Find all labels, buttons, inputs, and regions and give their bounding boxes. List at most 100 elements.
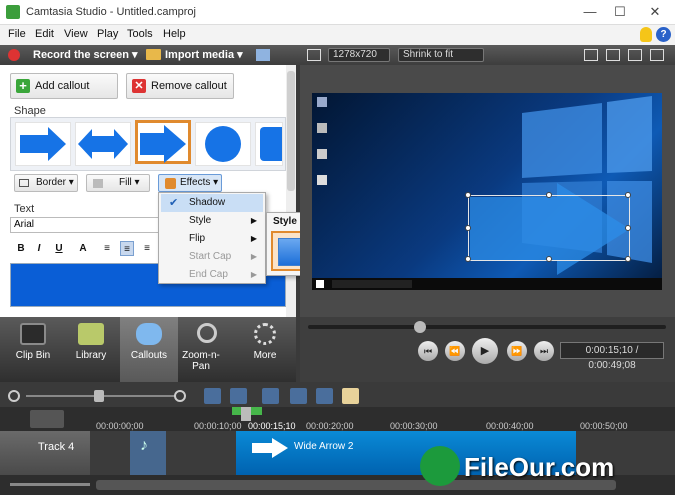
- shape-arrow-double[interactable]: [75, 122, 131, 166]
- fast-forward-button[interactable]: ⏩: [507, 341, 527, 361]
- resolution-select[interactable]: 1278x720: [328, 48, 390, 62]
- zoom-in-icon[interactable]: [174, 390, 186, 402]
- audio-clip[interactable]: ♪: [130, 431, 166, 475]
- resize-handle[interactable]: [625, 256, 631, 262]
- menu-style[interactable]: Style ▶: [161, 212, 263, 230]
- callout-selection-frame[interactable]: [465, 192, 631, 262]
- tip-bulb-icon[interactable]: [640, 27, 652, 42]
- style-label: Style: [189, 215, 212, 226]
- track-height-slider[interactable]: [10, 483, 90, 486]
- split-icon[interactable]: [290, 388, 307, 404]
- tab-library[interactable]: Library: [62, 317, 120, 382]
- menu-bar: File Edit View Play Tools Help ?: [0, 25, 675, 45]
- menu-tools[interactable]: Tools: [127, 28, 153, 40]
- skip-back-button[interactable]: ⏮: [418, 341, 438, 361]
- menu-view[interactable]: View: [64, 28, 88, 40]
- zoom-out-icon[interactable]: [8, 390, 20, 402]
- resize-handle[interactable]: [546, 256, 552, 262]
- scroll-thumb[interactable]: [287, 71, 295, 191]
- text-label: Text: [14, 203, 35, 215]
- recycle-bin-icon: [317, 123, 327, 133]
- border-icon: [19, 179, 29, 187]
- copy-icon[interactable]: [316, 388, 333, 404]
- zoom-slider-knob[interactable]: [94, 390, 104, 402]
- maximize-button[interactable]: ☐: [605, 3, 635, 21]
- film-icon: [20, 323, 46, 345]
- menu-edit[interactable]: Edit: [35, 28, 54, 40]
- ruler-tick: 00:00:40;00: [486, 421, 534, 431]
- undo-icon[interactable]: [204, 388, 221, 404]
- tab-callouts[interactable]: Callouts: [120, 317, 178, 382]
- resize-handle[interactable]: [465, 225, 471, 231]
- play-button[interactable]: ▶: [472, 338, 498, 364]
- record-screen-button[interactable]: Record the screen ▾: [33, 48, 138, 61]
- menu-shadow[interactable]: ✔ Shadow: [161, 194, 263, 212]
- windows-taskbar: [312, 278, 662, 290]
- track-header[interactable]: Track 4: [0, 431, 90, 475]
- add-callout-button[interactable]: + Add callout: [10, 73, 118, 99]
- timeline-settings-icon[interactable]: [30, 410, 64, 428]
- resize-handle[interactable]: [465, 256, 471, 262]
- menu-file[interactable]: File: [8, 28, 26, 40]
- cut-icon[interactable]: [262, 388, 279, 404]
- tab-zoom-n-pan[interactable]: Zoom-n-Pan: [178, 317, 236, 382]
- rewind-button[interactable]: ⏪: [445, 341, 465, 361]
- underline-button[interactable]: U: [52, 241, 66, 256]
- skip-forward-button[interactable]: ⏭: [534, 341, 554, 361]
- help-icon[interactable]: ?: [656, 27, 671, 42]
- produce-icon[interactable]: [256, 49, 270, 61]
- more-icon: [254, 323, 276, 345]
- align-center-button[interactable]: ≡: [120, 241, 134, 256]
- effects-menu: ✔ Shadow Style ▶ Flip ▶ Start Cap ▶ End …: [158, 192, 266, 284]
- screen-recording-preview[interactable]: [312, 93, 662, 290]
- bold-button[interactable]: B: [14, 241, 28, 256]
- shape-rectangle[interactable]: [255, 122, 290, 166]
- playhead[interactable]: [241, 407, 251, 421]
- panel-scrollbar[interactable]: [286, 65, 296, 317]
- resize-handle[interactable]: [465, 192, 471, 198]
- scrub-bar[interactable]: [308, 325, 666, 329]
- check-icon: ✔: [169, 197, 179, 209]
- menu-flip[interactable]: Flip ▶: [161, 230, 263, 248]
- submenu-arrow-icon: ▶: [250, 216, 257, 225]
- tab-clip-bin[interactable]: Clip Bin: [4, 317, 62, 382]
- resize-handle[interactable]: [625, 225, 631, 231]
- shape-circle[interactable]: [195, 122, 251, 166]
- shape-wide-arrow-selected[interactable]: [135, 120, 191, 164]
- italic-button[interactable]: I: [32, 241, 46, 256]
- fullscreen-icon[interactable]: [650, 49, 664, 61]
- zoom-select[interactable]: Shrink to fit: [398, 48, 484, 62]
- plus-icon: +: [16, 79, 30, 93]
- menu-end-cap[interactable]: End Cap ▶: [161, 266, 263, 284]
- align-right-button[interactable]: ≡: [140, 241, 154, 256]
- menu-help[interactable]: Help: [163, 28, 186, 40]
- shape-arrow-right[interactable]: [15, 122, 71, 166]
- crop-icon[interactable]: [584, 49, 598, 61]
- minimize-button[interactable]: —: [575, 3, 605, 21]
- effects-dropdown[interactable]: Effects ▾: [158, 174, 222, 192]
- fill-dropdown[interactable]: Fill ▾: [86, 174, 150, 192]
- border-dropdown[interactable]: Border ▾: [14, 174, 78, 192]
- timeline-ruler[interactable]: 00:00:00;00 00:00:10;00 00:00:15;10 00:0…: [0, 407, 675, 431]
- resize-handle[interactable]: [625, 192, 631, 198]
- remove-callout-button[interactable]: ✕ Remove callout: [126, 73, 234, 99]
- menu-play[interactable]: Play: [97, 28, 118, 40]
- submenu-arrow-icon: ▶: [250, 270, 257, 279]
- paste-icon[interactable]: [342, 388, 359, 404]
- pan-hand-icon[interactable]: [606, 49, 620, 61]
- track-name: Track 4: [38, 441, 75, 453]
- tab-more[interactable]: More: [236, 317, 294, 382]
- remove-callout-label: Remove callout: [151, 80, 227, 92]
- align-left-button[interactable]: ≡: [100, 241, 114, 256]
- detach-icon[interactable]: [628, 49, 642, 61]
- close-button[interactable]: ✕: [640, 3, 670, 21]
- menu-start-cap[interactable]: Start Cap ▶: [161, 248, 263, 266]
- font-color-button[interactable]: A: [76, 241, 90, 256]
- redo-icon[interactable]: [230, 388, 247, 404]
- resize-handle[interactable]: [546, 192, 552, 198]
- watermark-text: FileOur.com: [464, 452, 615, 482]
- import-media-button[interactable]: Import media ▾: [165, 48, 243, 61]
- scrub-knob[interactable]: [414, 321, 426, 333]
- font-select[interactable]: Arial: [10, 217, 160, 233]
- music-note-icon: ♪: [140, 437, 148, 454]
